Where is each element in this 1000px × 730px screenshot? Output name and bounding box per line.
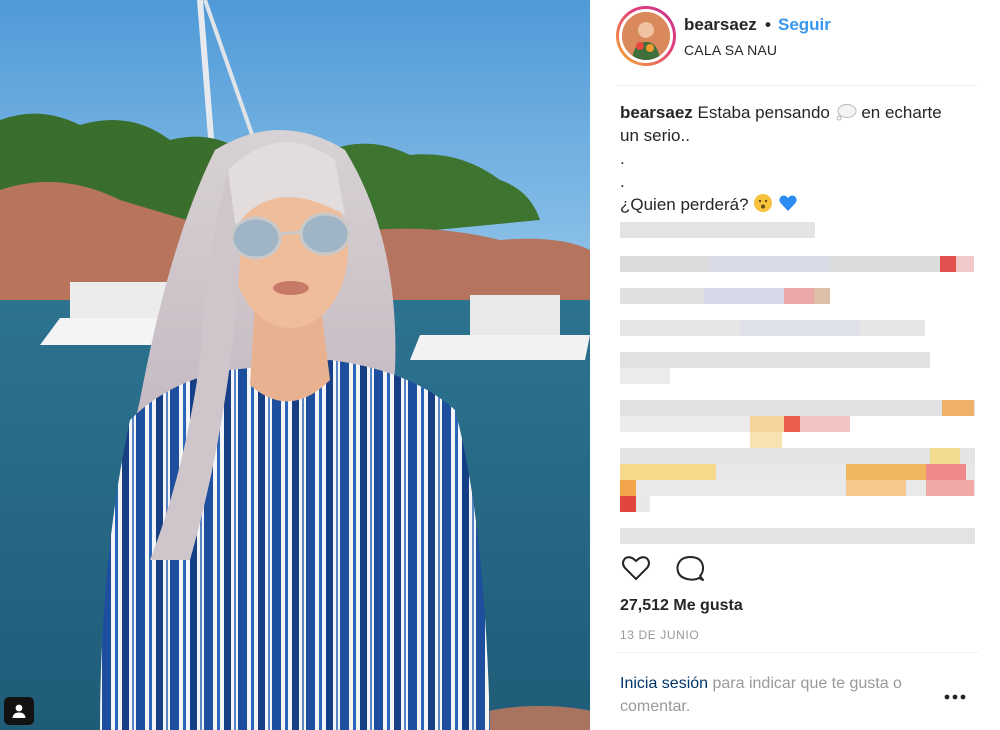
username-link[interactable]: bearsaez <box>684 15 757 35</box>
user-tag-button[interactable] <box>4 697 34 725</box>
shushing-face-emoji <box>754 194 773 212</box>
post-photo[interactable] <box>0 0 590 730</box>
post-caption: bearsaez Estaba pensando en echarte un s… <box>620 101 975 216</box>
thought-bubble-emoji <box>836 104 857 121</box>
avatar[interactable] <box>616 6 676 66</box>
photo-image <box>0 0 590 730</box>
like-button[interactable] <box>620 552 652 584</box>
caption-line-2: un serio.. <box>620 126 690 145</box>
caption-line-3: . <box>620 149 625 168</box>
follow-button[interactable]: Seguir <box>778 15 831 35</box>
likes-count[interactable]: 27,512 Me gusta <box>620 597 743 615</box>
caption-line-1: bearsaez Estaba pensando en echarte <box>620 101 975 124</box>
post-header: bearsaez • Seguir CALA SA NAU <box>616 6 978 86</box>
more-options-button[interactable] <box>942 690 968 704</box>
header-divider <box>616 85 978 86</box>
comment-button[interactable] <box>674 552 706 584</box>
post-actions <box>620 552 980 584</box>
user-tag-icon <box>12 704 26 718</box>
footer-divider <box>616 652 978 653</box>
caption-username-link[interactable]: bearsaez <box>620 103 693 122</box>
post-date[interactable]: 13 DE JUNIO <box>620 628 699 642</box>
caption-text-5: ¿Quien perderá? <box>620 195 749 214</box>
heart-icon <box>622 556 650 581</box>
blue-heart-emoji <box>779 195 797 211</box>
location-link[interactable]: CALA SA NAU <box>684 42 777 58</box>
header-separator: • <box>765 15 771 34</box>
caption-line-5: ¿Quien perderá? <box>620 193 975 216</box>
login-prompt: Inicia sesión para indicar que te gusta … <box>620 672 960 718</box>
caption-text-1: Estaba pensando <box>697 103 830 122</box>
caption-text-1b: en echarte <box>861 103 942 122</box>
post-side-panel: bearsaez • Seguir CALA SA NAU bearsaez E… <box>598 0 1000 730</box>
caption-line-4: . <box>620 172 625 191</box>
avatar-image <box>619 9 673 63</box>
more-options-icon <box>944 694 966 700</box>
login-link[interactable]: Inicia sesión <box>620 675 708 692</box>
blurred-comments <box>620 222 978 544</box>
comment-icon <box>676 556 705 581</box>
